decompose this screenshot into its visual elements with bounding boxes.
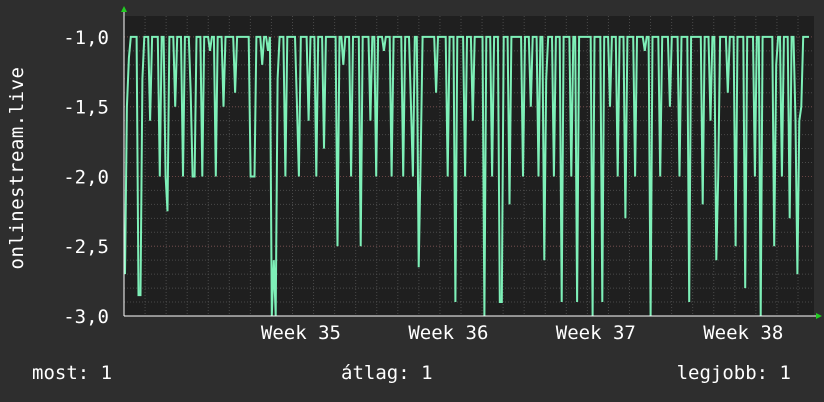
y-tick-label: -2,0	[63, 166, 109, 188]
x-axis: Week 35 Week 36 Week 37 Week 38	[261, 322, 783, 344]
y-axis-label: onlinestream.live	[6, 66, 28, 270]
x-tick-label: Week 36	[408, 322, 488, 344]
y-tick-label: -1,5	[63, 97, 109, 119]
x-tick-label: Week 38	[703, 322, 783, 344]
chart: -1,0-1,5-2,0-2,5-3,0 Week 35 Week 36 Week …	[63, 6, 822, 344]
y-axis-label-wrap: onlinestream.live	[0, 0, 30, 330]
y-tick-label: -1,0	[63, 27, 109, 49]
x-axis-arrow	[816, 313, 822, 319]
footer-current: most: 1	[32, 362, 113, 384]
y-tick-label: -3,0	[63, 306, 109, 328]
footer-average: átlag: 1	[341, 362, 433, 384]
x-tick-label: Week 37	[556, 322, 636, 344]
footer-best: legjobb: 1	[676, 362, 791, 384]
y-axis-arrow	[121, 6, 127, 12]
y-tick-label: -2,5	[63, 236, 109, 258]
plot-area	[124, 16, 814, 316]
x-tick-label: Week 35	[261, 322, 341, 344]
y-axis: -1,0 -1,5 -2,0 -2,5 -3,0	[63, 27, 109, 328]
